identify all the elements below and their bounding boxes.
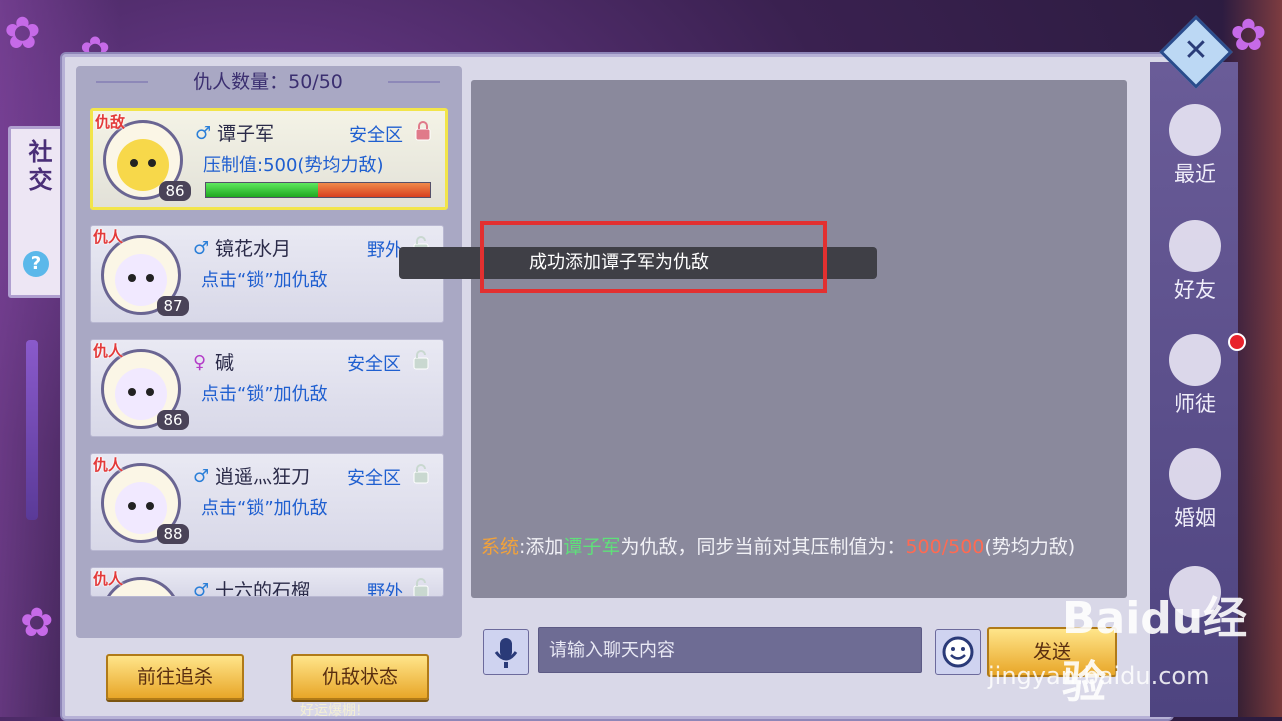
lock-icon[interactable] [413, 464, 429, 484]
gender-icon: ♂ [193, 580, 210, 597]
enemy-card[interactable]: 仇人 88 ♂ 逍遥灬狂刀 安全区 点击“锁”加仇敌 [90, 453, 444, 551]
bottom-banner-text: 好运爆棚! [300, 703, 362, 719]
zone-label: 安全区 [347, 354, 401, 375]
enemy-name: 碱 [215, 352, 235, 374]
system-message: 系统:添加谭子军为仇敌，同步当前对其压制值为：500/500(势均力敌) [481, 532, 1117, 563]
flower-decoration: ✿ [4, 8, 41, 59]
enemy-card[interactable]: 仇人 86 ♀ 碱 安全区 点击“锁”加仇敌 [90, 339, 444, 437]
level-badge: 87 [157, 296, 189, 316]
flower-decoration: ✿ [1230, 10, 1267, 61]
gender-icon: ♀ [193, 352, 207, 373]
enemy-desc: 压制值:500(势均力敌) [203, 155, 384, 176]
enemy-card[interactable]: 仇人 ♂ 十六的石榴 野外 [90, 567, 444, 597]
double-happiness-icon [1169, 448, 1221, 500]
nav-item[interactable]: 好友 [1160, 220, 1230, 310]
social-scroll-tab[interactable]: 社交 ? [8, 126, 64, 298]
microphone-icon [494, 638, 518, 668]
system-target-name: 谭子军 [563, 536, 621, 558]
zone-label: 安全区 [349, 125, 403, 146]
suppression-bar [205, 182, 431, 198]
enemy-name: 十六的石榴 [215, 580, 311, 597]
level-badge: 86 [159, 181, 191, 201]
nav-label: 最近 [1174, 162, 1216, 186]
zone-label: 野外 [367, 582, 403, 597]
enemy-tag: 仇人 [93, 228, 124, 246]
nav-item[interactable]: 婚姻 [1160, 448, 1230, 538]
lock-icon[interactable] [415, 121, 431, 141]
enemy-tag: 仇人 [93, 342, 124, 360]
close-icon: ✕ [1183, 33, 1209, 68]
enemy-desc: 点击“锁”加仇敌 [201, 498, 328, 519]
nav-label: 婚姻 [1174, 506, 1216, 530]
enemy-tag: 仇人 [93, 570, 124, 588]
level-badge: 88 [157, 524, 189, 544]
title-divider [96, 81, 148, 83]
enemy-name: 逍遥灬狂刀 [215, 466, 311, 488]
tassel-decoration [26, 340, 38, 520]
system-value: 500/500 [905, 536, 985, 558]
system-text-1: :添加 [519, 536, 564, 558]
emoji-button[interactable] [935, 629, 981, 675]
enemy-tag: 仇人 [93, 456, 124, 474]
enemy-card[interactable]: 仇人 87 ♂ 镜花水月 野外 点击“锁”加仇敌 [90, 225, 444, 323]
gender-icon: ♂ [193, 466, 210, 487]
enemy-tag: 仇敌 [95, 113, 126, 131]
system-prefix: 系统 [481, 536, 520, 558]
chat-bubble-icon [1169, 104, 1221, 156]
enemy-name: 镜花水月 [215, 238, 292, 260]
system-text-2: 为仇敌，同步当前对其压制值为： [620, 536, 906, 558]
chase-button[interactable]: 前往追杀 [106, 654, 244, 700]
lock-icon[interactable] [413, 578, 429, 597]
enemy-card[interactable]: 仇敌 86 ♂ 谭子军 安全区 压制值:500(势均力敌) [90, 108, 448, 210]
help-icon[interactable]: ? [23, 251, 49, 277]
social-title: 社交 [24, 139, 52, 195]
nav-item[interactable]: 师徒 [1160, 334, 1230, 424]
enemy-status-button[interactable]: 仇敌状态 [291, 654, 429, 700]
chat-area[interactable] [471, 80, 1127, 598]
system-text-3: (势均力敌) [984, 536, 1076, 558]
title-divider [388, 81, 440, 83]
watermark-brand: Baidu经验 [1062, 593, 1248, 708]
enemy-desc: 点击“锁”加仇敌 [201, 384, 328, 405]
nav-item[interactable]: 最近 [1160, 104, 1230, 194]
highlight-box [480, 221, 827, 293]
gender-icon: ♂ [195, 123, 212, 144]
nav-label: 师徒 [1174, 392, 1216, 416]
notification-dot [1228, 333, 1246, 351]
gender-icon: ♂ [193, 238, 210, 259]
enemy-count-title: 仇人数量：50/50 [193, 71, 343, 93]
lock-icon[interactable] [413, 350, 429, 370]
friend-icon [1169, 220, 1221, 272]
watermark-url: jingyan.baidu.com [988, 662, 1210, 690]
zone-label: 安全区 [347, 468, 401, 489]
chat-input[interactable]: 请输入聊天内容 [538, 627, 922, 673]
nav-label: 好友 [1174, 278, 1216, 302]
enemy-desc: 点击“锁”加仇敌 [201, 270, 328, 291]
smiley-icon [942, 636, 974, 668]
zone-label: 野外 [367, 240, 403, 261]
microphone-button[interactable] [483, 629, 529, 675]
flower-decoration: ✿ [20, 600, 54, 646]
master-apprentice-icon [1169, 334, 1221, 386]
enemy-name: 谭子军 [217, 123, 275, 145]
level-badge: 86 [157, 410, 189, 430]
